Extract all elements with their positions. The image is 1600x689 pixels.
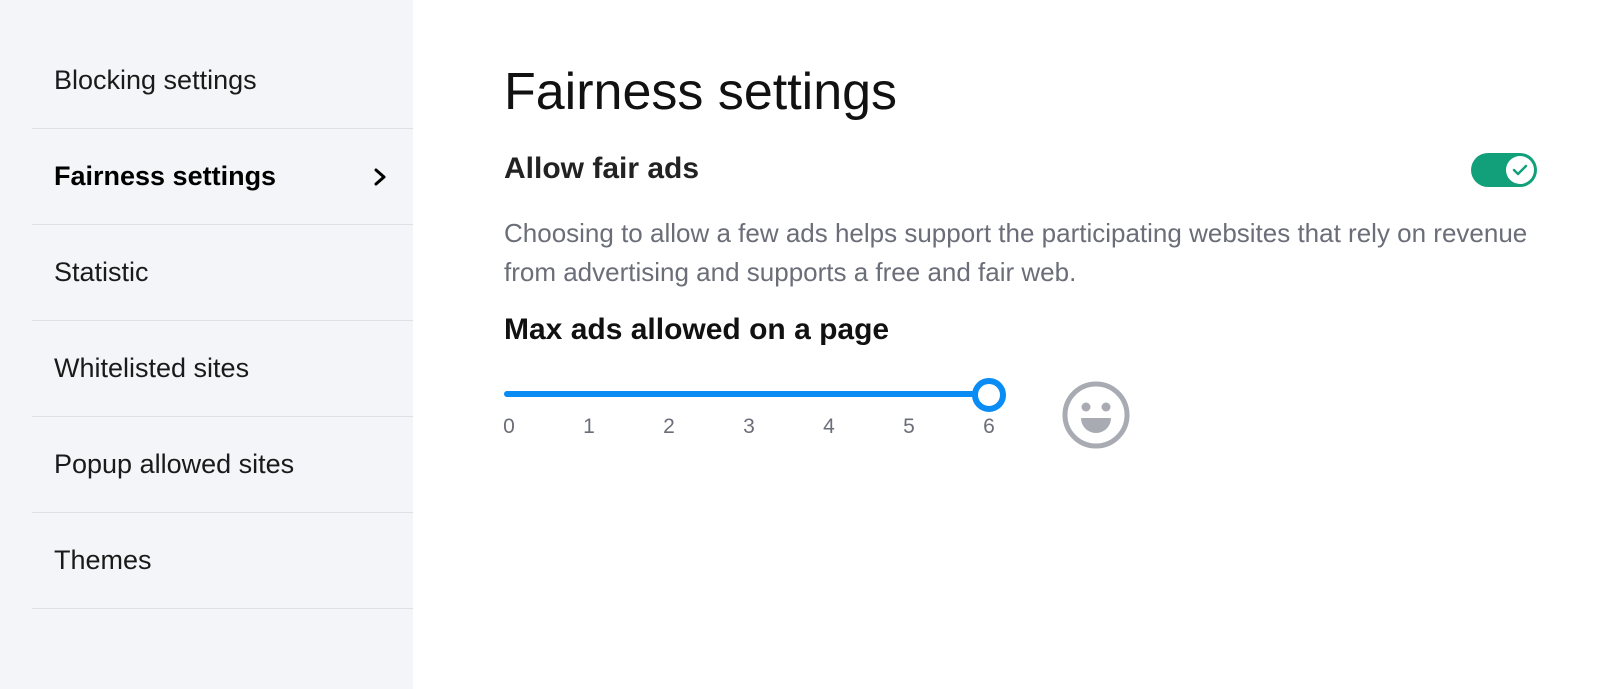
sidebar: Blocking settings Fairness settings Stat… xyxy=(0,0,413,689)
sidebar-item-label: Statistic xyxy=(54,257,149,287)
allow-fair-ads-label: Allow fair ads xyxy=(504,152,700,185)
slider-tick-label: 1 xyxy=(583,415,595,438)
sidebar-item-label: Whitelisted sites xyxy=(54,353,250,383)
sidebar-item-label: Fairness settings xyxy=(54,161,277,191)
slider-tick-label: 2 xyxy=(663,415,675,438)
max-ads-label: Max ads allowed on a page xyxy=(504,313,890,346)
sidebar-item-whitelisted-sites[interactable]: Whitelisted sites xyxy=(32,321,413,417)
grinning-face-icon xyxy=(1062,381,1130,449)
sidebar-item-label: Popup allowed sites xyxy=(54,449,295,479)
sidebar-item-fairness-settings[interactable]: Fairness settings xyxy=(32,129,413,225)
allow-fair-ads-toggle[interactable] xyxy=(1471,153,1537,187)
slider-fill xyxy=(504,391,989,397)
slider-thumb[interactable] xyxy=(972,378,1006,412)
sidebar-item-popup-allowed-sites[interactable]: Popup allowed sites xyxy=(32,417,413,513)
max-ads-slider[interactable]: 0 1 2 3 4 5 6 xyxy=(503,375,1024,445)
slider-tick-label: 4 xyxy=(823,415,835,438)
slider-tick-label: 0 xyxy=(503,415,515,438)
sidebar-item-label: Blocking settings xyxy=(54,64,257,95)
page-title: Fairness settings xyxy=(504,63,898,121)
slider-tick-label: 6 xyxy=(983,415,995,438)
chevron-right-icon xyxy=(374,168,386,185)
check-icon xyxy=(1512,164,1528,176)
toggle-knob xyxy=(1506,156,1534,184)
sidebar-item-statistic[interactable]: Statistic xyxy=(32,225,413,321)
sidebar-item-label: Themes xyxy=(54,545,152,575)
slider-tick-label: 5 xyxy=(903,415,915,438)
sidebar-item-blocking-settings[interactable]: Blocking settings xyxy=(32,32,413,129)
slider-track[interactable] xyxy=(504,378,1006,412)
sidebar-item-themes[interactable]: Themes xyxy=(32,513,413,609)
slider-tick-label: 3 xyxy=(743,415,755,438)
fair-ads-description: Choosing to allow a few ads helps suppor… xyxy=(504,218,1528,287)
sidebar-nav: Blocking settings Fairness settings Stat… xyxy=(32,32,413,609)
